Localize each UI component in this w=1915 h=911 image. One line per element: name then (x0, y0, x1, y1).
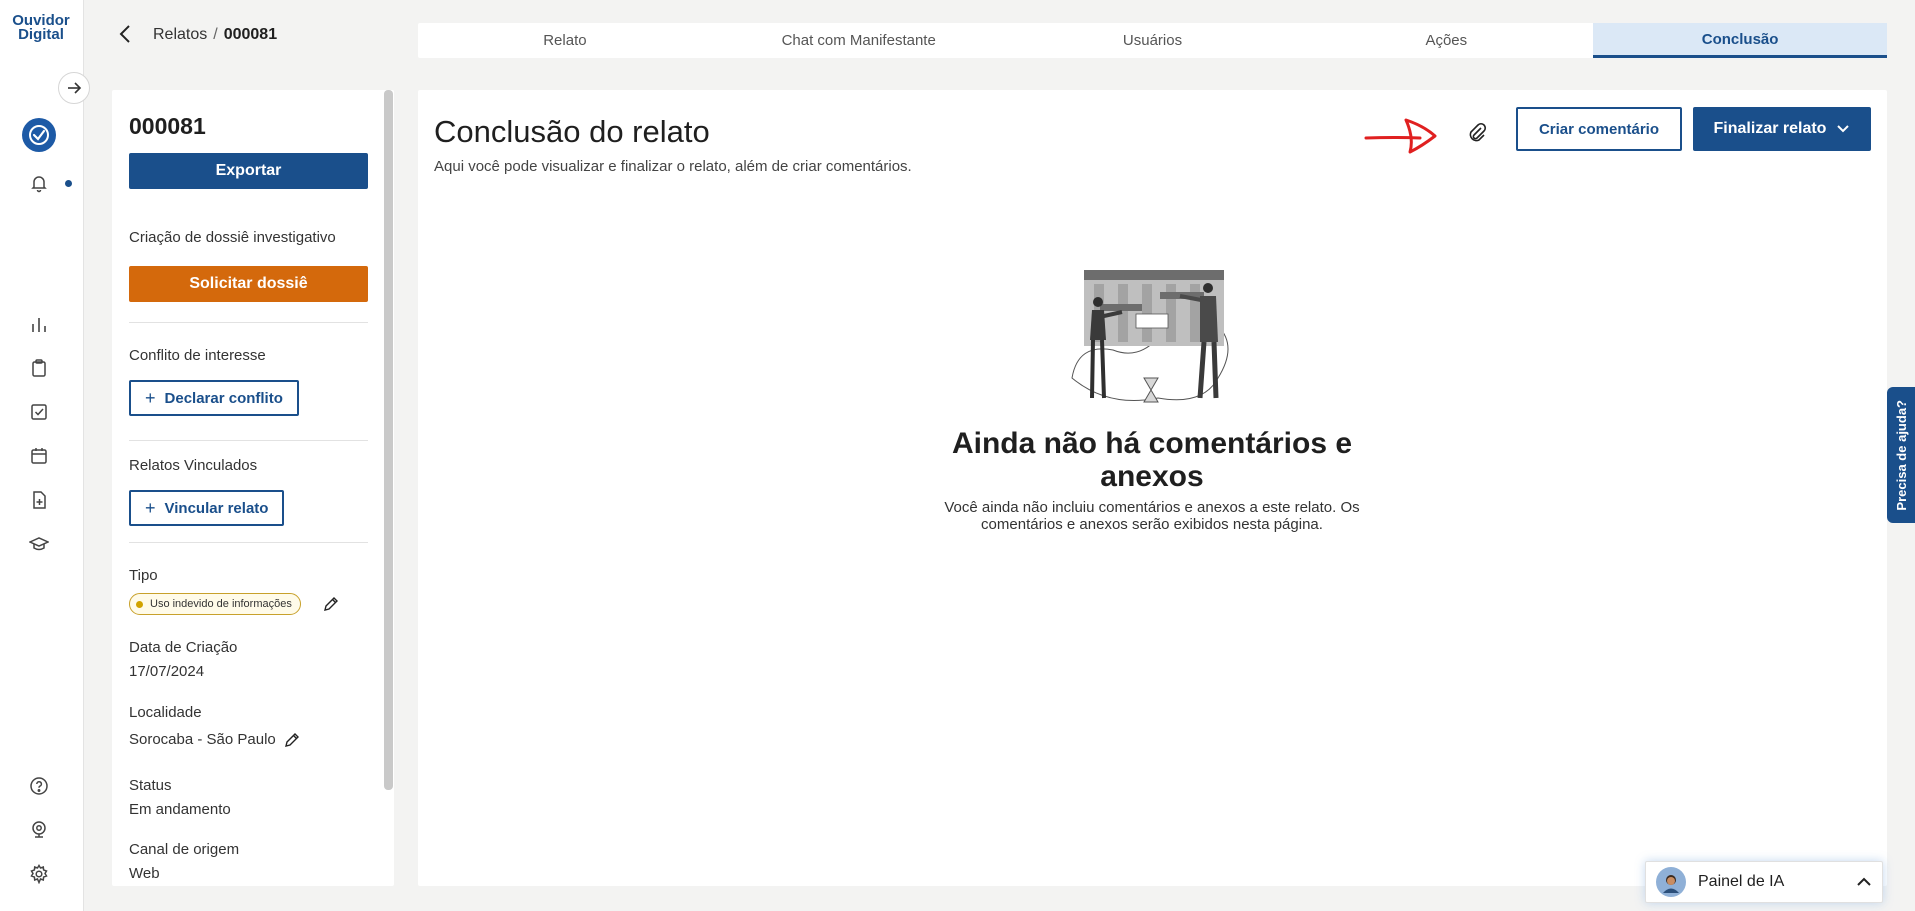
breadcrumb-parent-link[interactable]: Relatos (153, 26, 207, 43)
tab-usuarios[interactable]: Usuários (1006, 23, 1300, 58)
link-report-button[interactable]: + Vincular relato (129, 490, 285, 526)
finalize-report-label: Finalizar relato (1713, 120, 1827, 137)
empty-state-illustration (1071, 270, 1229, 403)
red-arrow-annotation (1364, 118, 1437, 154)
dossie-section-label: Criação de dossiê investigativo (129, 229, 336, 246)
ai-avatar (1656, 867, 1686, 897)
help-tab[interactable]: Precisa de ajuda? (1887, 387, 1915, 523)
badge-dot (136, 600, 143, 608)
help-circle-icon[interactable] (27, 774, 51, 798)
ai-panel-label: Painel de IA (1698, 873, 1785, 890)
help-tab-label: Precisa de ajuda? (1893, 399, 1909, 511)
edit-localidade-icon[interactable] (283, 731, 301, 749)
export-button[interactable]: Exportar (129, 153, 368, 189)
create-comment-button[interactable]: Criar comentário (1516, 107, 1682, 151)
request-dossie-button[interactable]: Solicitar dossiê (129, 266, 368, 302)
chevron-left-icon (119, 25, 130, 43)
tab-bar: Relato Chat com Manifestante Usuários Aç… (418, 23, 1887, 58)
chevron-up-icon[interactable] (1856, 877, 1872, 887)
tab-relato[interactable]: Relato (418, 23, 712, 58)
divider (129, 440, 368, 441)
page-title: Conclusão do relato (434, 114, 710, 149)
status-value: Em andamento (129, 801, 231, 818)
tab-chat[interactable]: Chat com Manifestante (712, 23, 1006, 58)
canal-label: Canal de origem (129, 841, 240, 858)
tab-conclusao[interactable]: Conclusão (1593, 23, 1887, 58)
calendar-icon[interactable] (27, 444, 51, 468)
empty-state-description: Você ainda não incluiu comentários e ane… (944, 499, 1360, 533)
side-rail: Ouvidor Digital (0, 0, 84, 911)
logo-line-2: Digital (18, 26, 64, 43)
finalize-report-button[interactable]: Finalizar relato (1693, 107, 1871, 151)
link-report-label: Vincular relato (164, 499, 269, 517)
app-logo[interactable]: Ouvidor Digital (10, 13, 72, 43)
canal-value: Web (129, 865, 160, 882)
status-label: Status (129, 777, 172, 794)
gear-icon[interactable] (27, 862, 51, 886)
webcam-icon[interactable] (27, 818, 51, 842)
data-label: Data de Criação (129, 639, 238, 656)
tipo-label: Tipo (129, 567, 158, 584)
localidade-label: Localidade (129, 704, 202, 721)
divider (129, 322, 368, 323)
tab-acoes[interactable]: Ações (1299, 23, 1593, 58)
breadcrumb: Relatos / 000081 (153, 26, 277, 44)
edit-tipo-icon[interactable] (322, 595, 340, 613)
expand-sidebar-button[interactable] (58, 72, 90, 104)
file-plus-icon[interactable] (27, 488, 51, 512)
info-panel-scrollbar[interactable] (384, 90, 393, 790)
attach-button[interactable] (1462, 117, 1492, 147)
divider (129, 542, 368, 543)
clipboard-icon[interactable] (27, 356, 51, 380)
empty-state-title: Ainda não há comentários e anexos (951, 427, 1353, 493)
bar-chart-icon[interactable] (27, 313, 51, 337)
arrow-right-icon (68, 82, 82, 94)
checkbox-icon[interactable] (27, 400, 51, 424)
tipo-value: Uso indevido de informações (150, 598, 292, 610)
chevron-down-icon (1837, 125, 1850, 133)
paperclip-icon (1469, 122, 1487, 142)
plus-icon: + (145, 497, 156, 518)
user-avatar[interactable] (22, 118, 56, 152)
back-button[interactable] (113, 22, 137, 46)
page-subtitle: Aqui você pode visualizar e finalizar o … (434, 158, 912, 175)
ai-panel[interactable]: Painel de IA (1645, 861, 1883, 903)
declare-conflict-button[interactable]: + Declarar conflito (129, 380, 299, 416)
notification-dot (65, 180, 72, 187)
breadcrumb-separator: / (213, 26, 218, 43)
graduation-cap-icon[interactable] (27, 532, 51, 556)
conflict-section-label: Conflito de interesse (129, 347, 266, 364)
declare-conflict-label: Declarar conflito (164, 389, 283, 407)
tipo-badge: Uso indevido de informações (129, 593, 301, 615)
linked-section-label: Relatos Vinculados (129, 457, 258, 474)
report-info-panel: 000081 Exportar Criação de dossiê invest… (112, 90, 394, 886)
plus-icon: + (145, 387, 156, 408)
localidade-value: Sorocaba - São Paulo (129, 731, 276, 748)
data-value: 17/07/2024 (129, 663, 205, 680)
bell-icon[interactable] (27, 171, 51, 195)
report-id: 000081 (129, 113, 206, 139)
breadcrumb-current: 000081 (223, 26, 278, 43)
